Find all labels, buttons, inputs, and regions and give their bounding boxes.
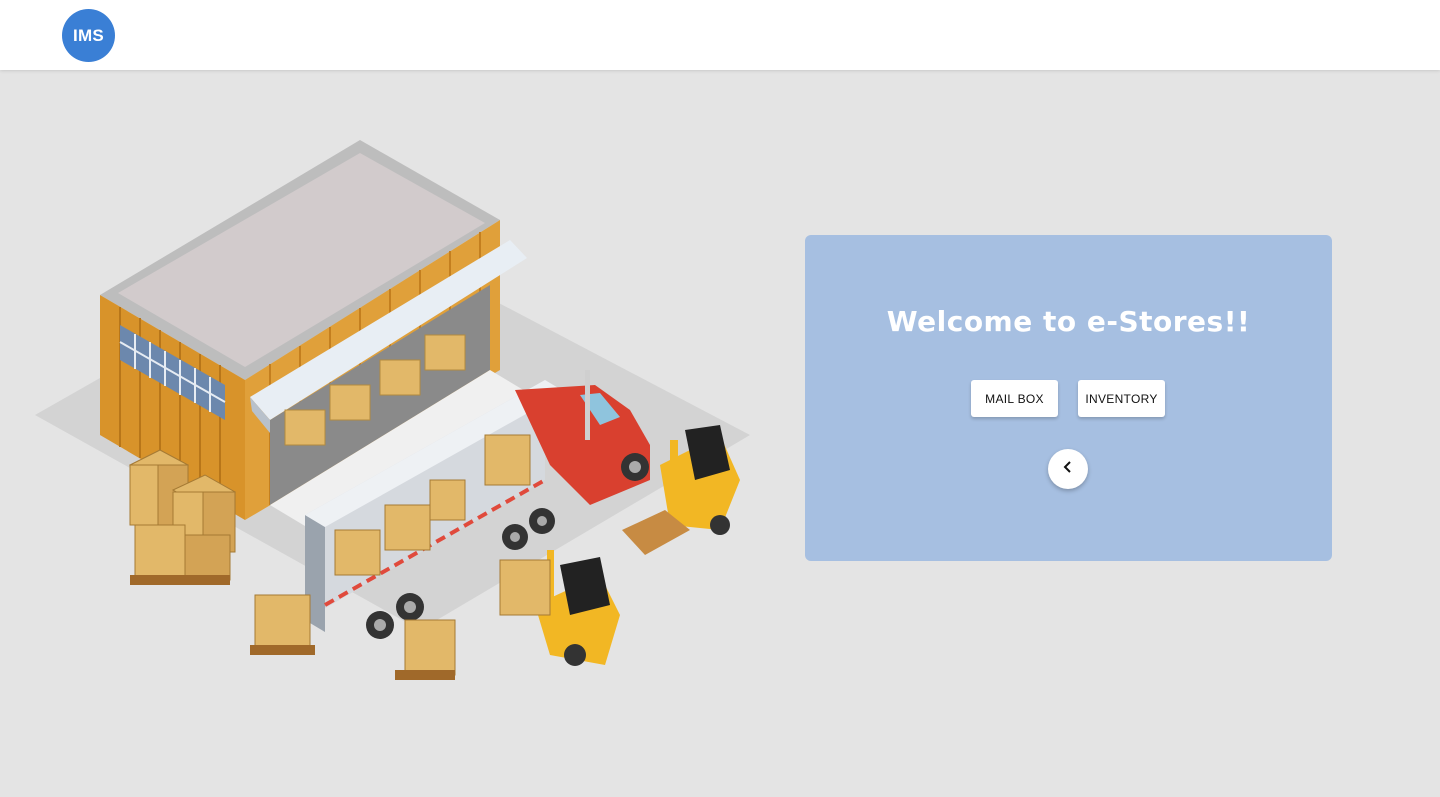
top-app-bar: IMS: [0, 0, 1440, 70]
mail-box-button[interactable]: MAIL BOX: [971, 380, 1058, 417]
ims-logo[interactable]: IMS: [62, 9, 115, 62]
back-button[interactable]: [1048, 449, 1088, 489]
warehouse-illustration: [30, 135, 750, 700]
chevron-left-icon: [1061, 460, 1075, 479]
welcome-card: Welcome to e-Stores!! MAIL BOX INVENTORY: [805, 235, 1332, 561]
welcome-heading: Welcome to e-Stores!!: [886, 305, 1251, 338]
inventory-button[interactable]: INVENTORY: [1078, 380, 1165, 417]
